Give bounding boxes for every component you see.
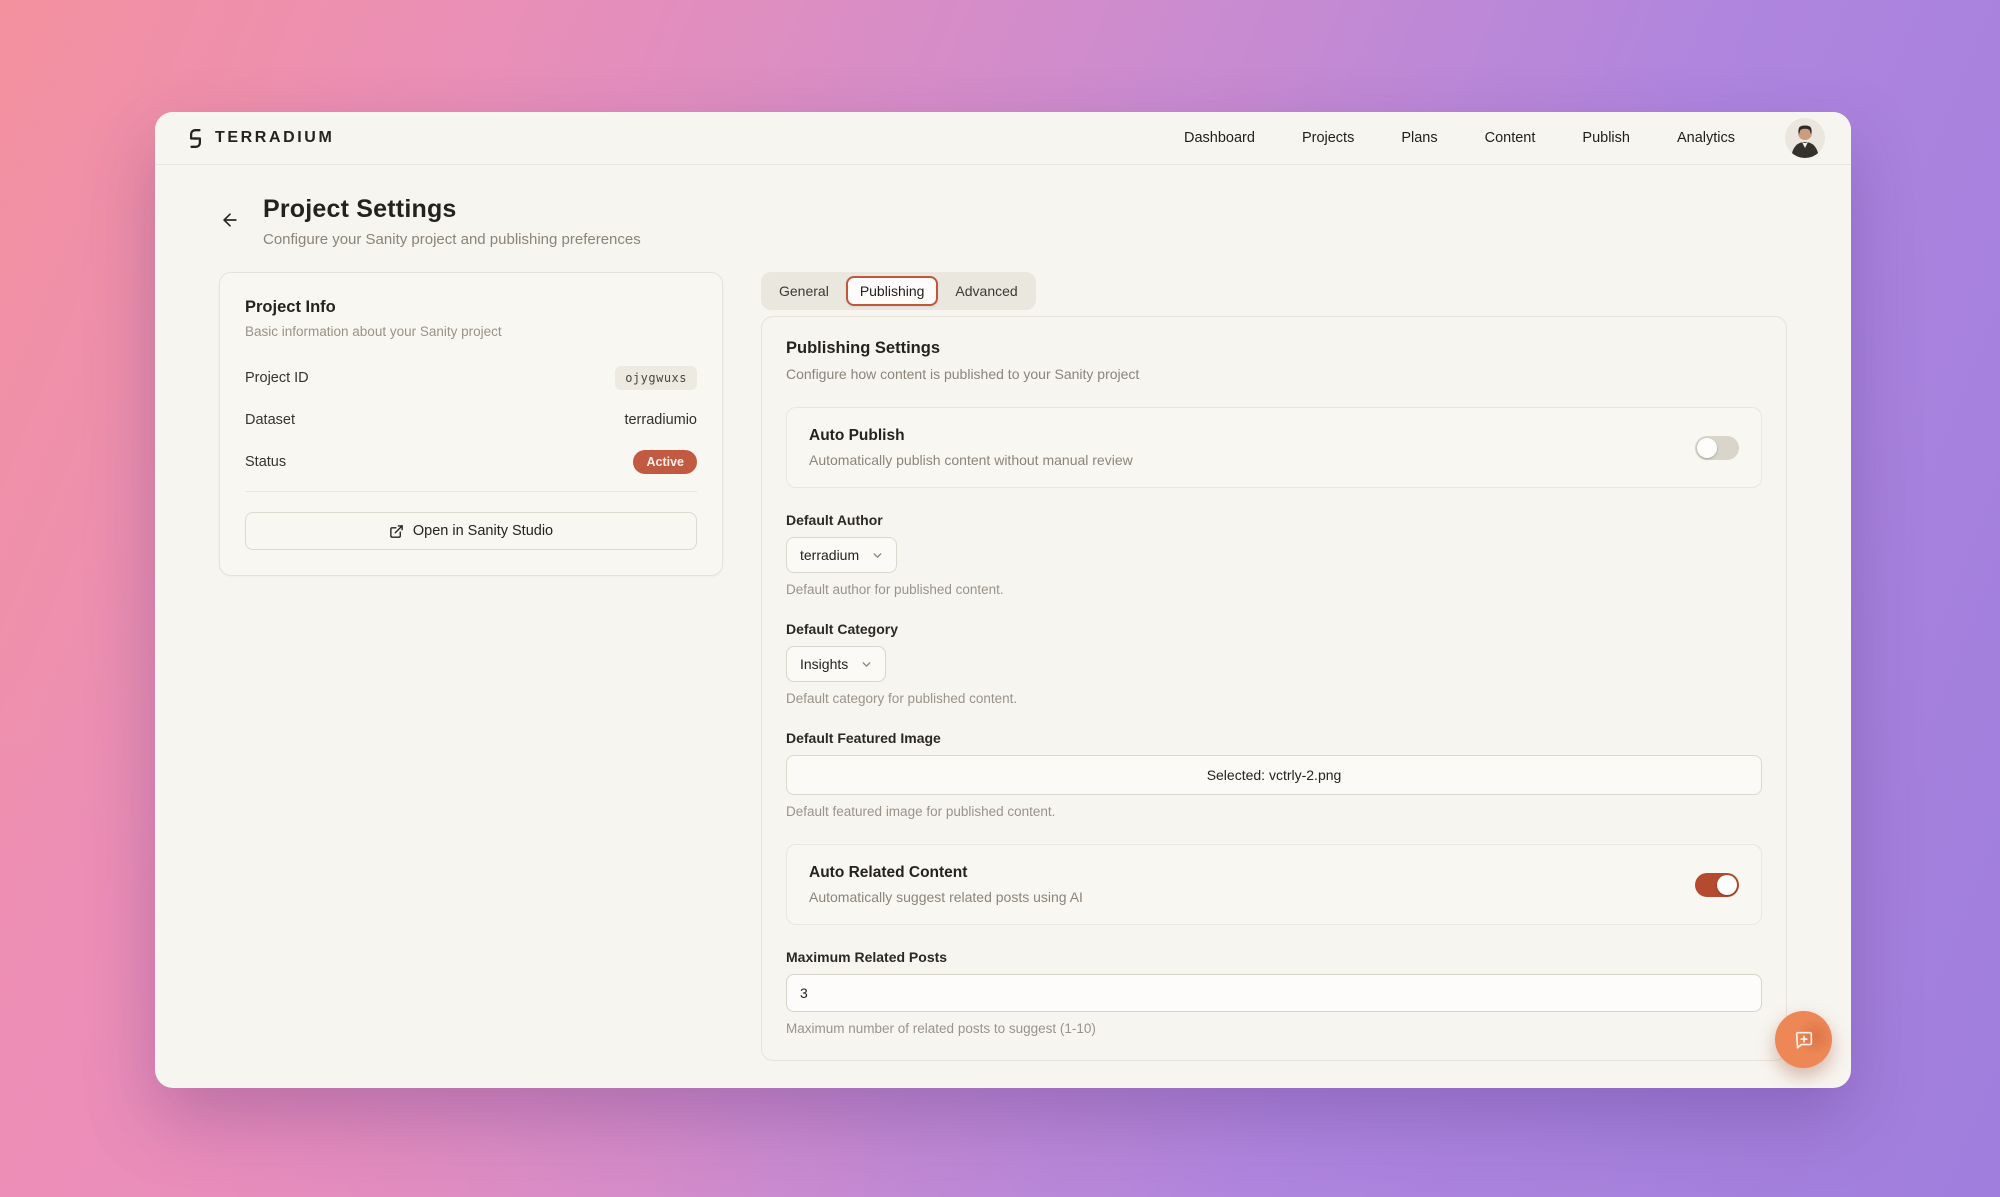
desktop-background: TERRADIUM Dashboard Projects Plans Conte… <box>0 0 2000 1197</box>
publishing-settings-panel: Publishing Settings Configure how conten… <box>761 316 1787 1061</box>
brand-name: TERRADIUM <box>215 129 334 147</box>
external-link-icon <box>389 524 404 539</box>
max-related-input[interactable] <box>786 974 1762 1012</box>
auto-related-toggle[interactable] <box>1695 873 1739 897</box>
toggle-knob <box>1717 875 1737 895</box>
tab-general[interactable]: General <box>765 276 843 306</box>
status-row: Status Active <box>245 449 697 475</box>
tab-advanced[interactable]: Advanced <box>941 276 1031 306</box>
user-avatar[interactable] <box>1785 118 1825 158</box>
project-id-value: ojygwuxs <box>615 366 697 390</box>
nav-item-content[interactable]: Content <box>1485 130 1536 146</box>
nav-item-publish[interactable]: Publish <box>1582 130 1630 146</box>
project-info-title: Project Info <box>245 298 697 317</box>
auto-publish-toggle[interactable] <box>1695 436 1739 460</box>
chevron-down-icon <box>860 658 873 671</box>
app-window: TERRADIUM Dashboard Projects Plans Conte… <box>155 112 1851 1088</box>
project-id-label: Project ID <box>245 370 309 386</box>
featured-image-help: Default featured image for published con… <box>786 804 1762 819</box>
toggle-knob <box>1697 438 1717 458</box>
auto-publish-description: Automatically publish content without ma… <box>809 452 1133 468</box>
dataset-label: Dataset <box>245 412 295 428</box>
top-navbar: TERRADIUM Dashboard Projects Plans Conte… <box>155 112 1851 165</box>
default-author-select[interactable]: terradium <box>786 537 897 573</box>
status-badge: Active <box>633 450 697 474</box>
publishing-settings-title: Publishing Settings <box>786 339 1762 358</box>
auto-publish-row: Auto Publish Automatically publish conte… <box>786 407 1762 488</box>
auto-related-row: Auto Related Content Automatically sugge… <box>786 844 1762 925</box>
publishing-settings-subtitle: Configure how content is published to yo… <box>786 366 1762 382</box>
back-button[interactable] <box>219 209 241 231</box>
page-body: Project Settings Configure your Sanity p… <box>155 165 1851 1088</box>
card-divider <box>245 491 697 492</box>
page-header: Project Settings Configure your Sanity p… <box>219 195 1787 248</box>
default-author-label: Default Author <box>786 512 1762 528</box>
default-category-value: Insights <box>800 656 848 672</box>
chat-plus-icon <box>1793 1029 1815 1051</box>
open-sanity-studio-label: Open in Sanity Studio <box>413 523 553 539</box>
featured-image-button[interactable]: Selected: vctrly-2.png <box>786 755 1762 795</box>
page-title: Project Settings <box>263 195 641 224</box>
navbar-right: Dashboard Projects Plans Content Publish… <box>1184 118 1825 158</box>
max-related-help: Maximum number of related posts to sugge… <box>786 1021 1762 1036</box>
default-category-label: Default Category <box>786 621 1762 637</box>
max-related-label: Maximum Related Posts <box>786 949 1762 965</box>
chat-fab-button[interactable] <box>1775 1011 1832 1068</box>
auto-publish-text: Auto Publish Automatically publish conte… <box>809 427 1133 468</box>
settings-tabs: General Publishing Advanced <box>761 272 1036 310</box>
nav-item-projects[interactable]: Projects <box>1302 130 1354 146</box>
page-header-text: Project Settings Configure your Sanity p… <box>263 195 641 248</box>
nav-item-dashboard[interactable]: Dashboard <box>1184 130 1255 146</box>
auto-related-description: Automatically suggest related posts usin… <box>809 889 1083 905</box>
status-label: Status <box>245 454 286 470</box>
open-sanity-studio-button[interactable]: Open in Sanity Studio <box>245 512 697 550</box>
auto-related-label: Auto Related Content <box>809 864 1083 882</box>
project-info-rows: Project ID ojygwuxs Dataset terradiumio … <box>245 365 697 475</box>
settings-column: General Publishing Advanced Publishing S… <box>761 272 1787 1088</box>
auto-publish-label: Auto Publish <box>809 427 1133 445</box>
nav-item-analytics[interactable]: Analytics <box>1677 130 1735 146</box>
dataset-value: terradiumio <box>624 412 697 428</box>
dataset-row: Dataset terradiumio <box>245 407 697 433</box>
default-author-help: Default author for published content. <box>786 582 1762 597</box>
page-content: Project Info Basic information about you… <box>219 272 1787 1088</box>
nav-item-plans[interactable]: Plans <box>1401 130 1437 146</box>
default-category-help: Default category for published content. <box>786 691 1762 706</box>
default-category-select[interactable]: Insights <box>786 646 886 682</box>
page-subtitle: Configure your Sanity project and publis… <box>263 231 641 248</box>
featured-image-label: Default Featured Image <box>786 730 1762 746</box>
tab-publishing[interactable]: Publishing <box>846 276 939 306</box>
project-info-card: Project Info Basic information about you… <box>219 272 723 576</box>
brand-logo[interactable]: TERRADIUM <box>185 128 334 149</box>
default-author-value: terradium <box>800 547 859 563</box>
project-info-subtitle: Basic information about your Sanity proj… <box>245 324 697 339</box>
auto-related-text: Auto Related Content Automatically sugge… <box>809 864 1083 905</box>
project-id-row: Project ID ojygwuxs <box>245 365 697 391</box>
chevron-down-icon <box>871 549 884 562</box>
nav-links: Dashboard Projects Plans Content Publish… <box>1184 130 1735 146</box>
terradium-logo-icon <box>185 128 206 149</box>
